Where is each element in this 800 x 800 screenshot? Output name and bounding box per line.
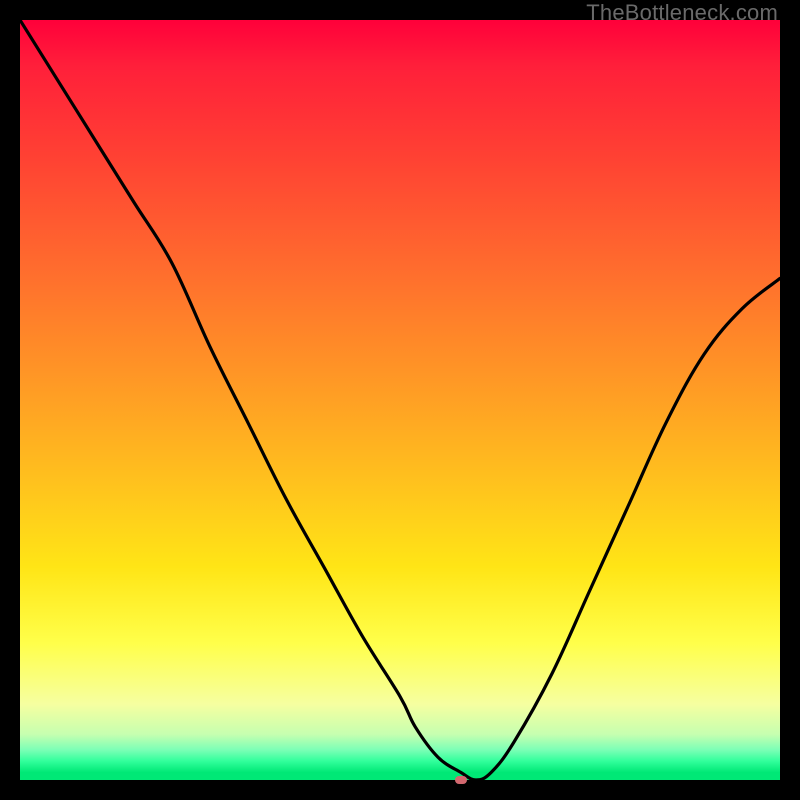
chart-frame: TheBottleneck.com: [0, 0, 800, 800]
chart-gradient-background: [20, 20, 780, 780]
bottleneck-curve: [20, 20, 780, 780]
optimal-point-marker: [455, 776, 467, 784]
curve-path: [20, 20, 780, 780]
